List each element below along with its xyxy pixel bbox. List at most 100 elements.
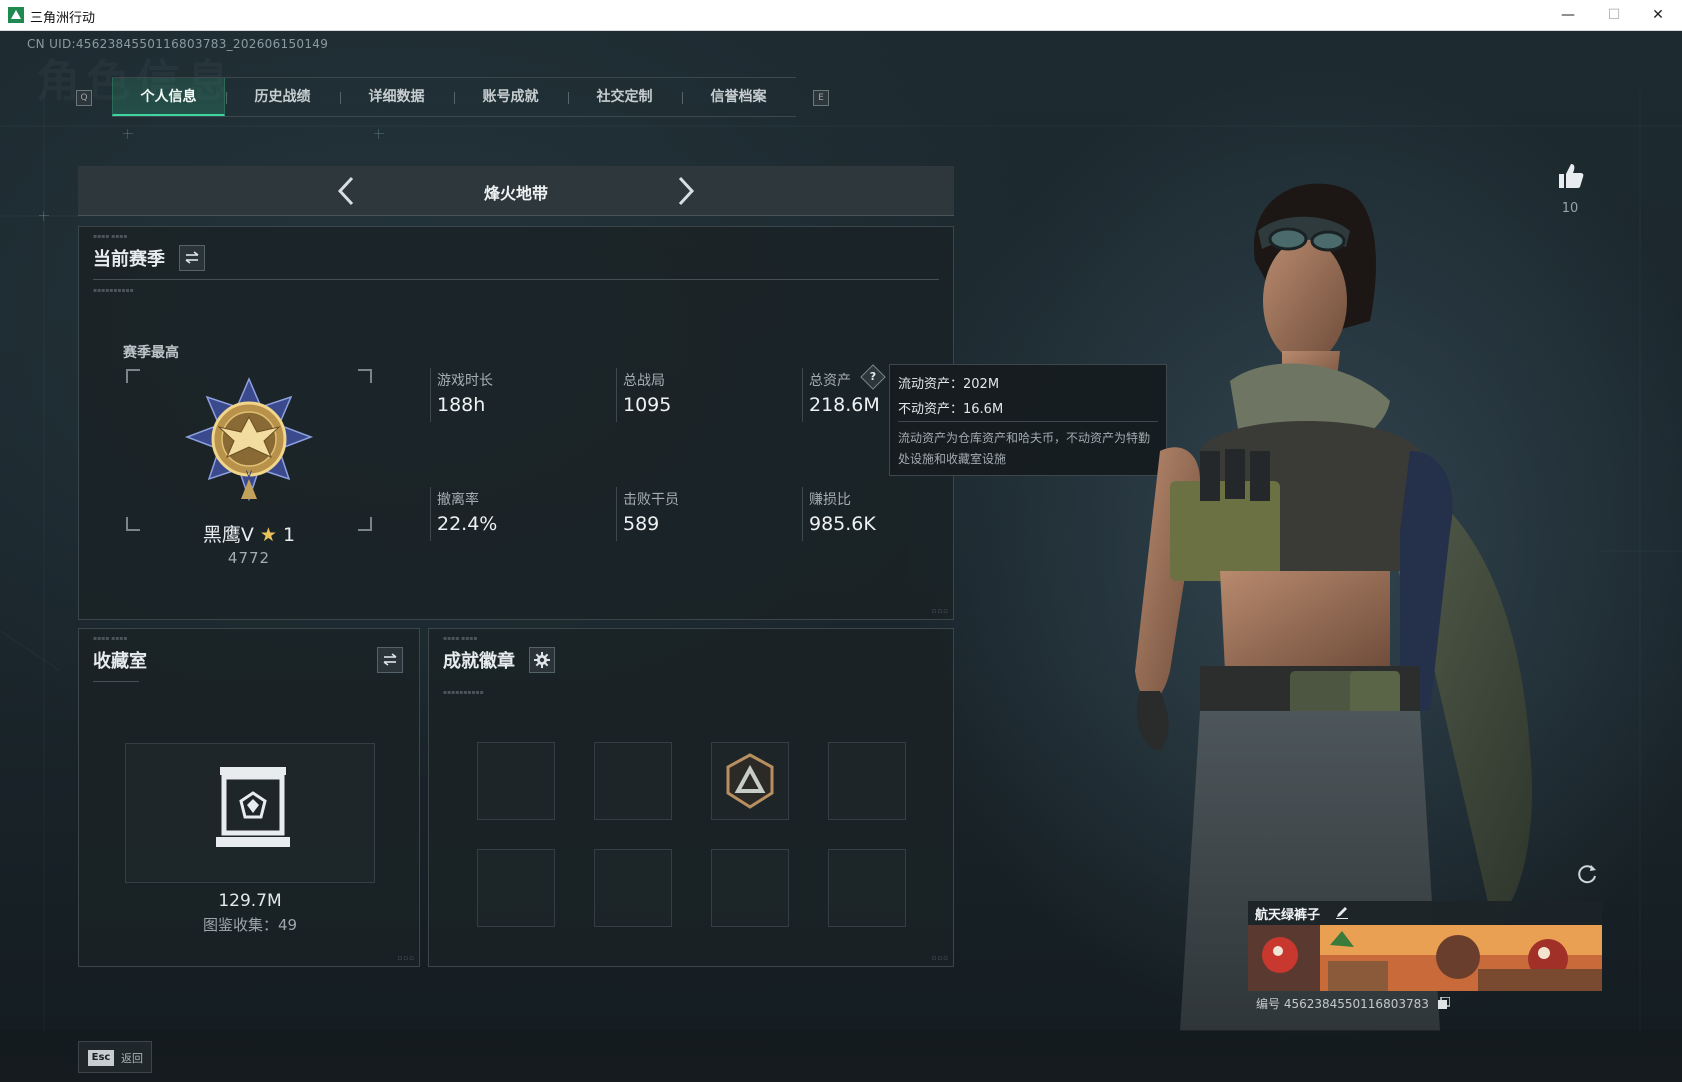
next-tab-key-hint[interactable]: E <box>813 90 829 106</box>
badge-slot[interactable] <box>477 849 555 927</box>
mode-selector: 烽火地带 <box>78 166 954 216</box>
uid-text: CN UID:456238455011680378​3_202606150149 <box>27 37 329 51</box>
stat-value: 22.4% <box>437 513 498 535</box>
stat-extraction-rate: 撤离率 22.4% <box>430 487 600 543</box>
window-titlebar: 三角洲行动 — ☐ ✕ <box>0 0 1682 31</box>
badge-slot[interactable] <box>828 849 906 927</box>
name-card-header: 航天绿裤子 <box>1248 901 1602 925</box>
divider <box>93 681 139 682</box>
badge-slot[interactable] <box>594 849 672 927</box>
tab-credit-record[interactable]: 信誉档案 <box>682 78 795 116</box>
fixed-assets-text: 不动资产：16.6M <box>898 402 1004 417</box>
rank-emblem-icon: V <box>184 377 314 502</box>
stat-label: 游戏时长 <box>437 373 493 389</box>
rank-score: 4772 <box>227 549 271 567</box>
stat-value: 188h <box>437 394 486 416</box>
rank-stars: 1 <box>283 524 296 546</box>
back-label: 返回 <box>121 1052 143 1065</box>
switch-season-button[interactable] <box>179 245 205 271</box>
minimize-button[interactable]: — <box>1550 4 1586 26</box>
divider <box>93 279 939 280</box>
edit-pencil-icon[interactable] <box>1334 904 1350 920</box>
maximize-button[interactable]: ☐ <box>1596 4 1632 26</box>
stat-value: 1095 <box>623 394 672 416</box>
stat-value: 218.6M <box>809 394 880 416</box>
like-count: 10 <box>1561 201 1579 216</box>
rank-name: 黑鹰V ★ 1 <box>119 520 379 547</box>
operator-character-model[interactable] <box>1050 151 1610 1031</box>
tab-detailed-data[interactable]: 详细数据 <box>340 78 453 116</box>
stat-profit-loss-ratio: 赚损比 985.6K <box>802 487 972 543</box>
app-logo-icon <box>8 7 24 23</box>
panel-corner-deco: ▫▫▫ <box>931 607 949 615</box>
frame-corner <box>126 369 140 383</box>
collection-room-panel: ▪▪▪▪ ▪▪▪▪ 收藏室 129.7M 图鉴收集：49 ▫▫▫ <box>78 628 420 967</box>
chevron-right-icon <box>678 176 695 206</box>
esc-key-hint: Esc <box>88 1050 114 1066</box>
current-season-panel: ▪▪▪▪ ▪▪▪▪ 当前赛季 ▪▪▪▪▪▪▪▪▪▪ 赛季最高 V 黑鹰V ★ 1… <box>78 226 954 620</box>
badge-slot[interactable] <box>828 742 906 820</box>
game-screen: 角色信息 CN UID:456238455011680378​3_2026061… <box>0 31 1682 1082</box>
copy-icon[interactable] <box>1438 997 1450 1009</box>
stat-label: 赚损比 <box>809 492 851 508</box>
badges-title: 成就徽章 <box>443 651 515 672</box>
stat-label: 撤离率 <box>437 492 479 508</box>
panel-deco-text: ▪▪▪▪▪▪▪▪▪▪ <box>443 689 484 696</box>
prev-tab-key-hint[interactable]: Q <box>76 90 92 106</box>
window-title: 三角洲行动 <box>30 11 96 26</box>
panel-corner-deco: ▫▫▫ <box>931 954 949 962</box>
delta-badge-icon <box>726 753 774 809</box>
star-icon: ★ <box>259 524 277 546</box>
top-tabs: Q 个人信息 历史战绩 详细数据 账号成就 社交定制 信誉档案 E <box>76 77 829 117</box>
collection-count: 图鉴收集：49 <box>202 916 298 934</box>
tab-match-history[interactable]: 历史战绩 <box>226 78 339 116</box>
stat-value: 589 <box>623 513 660 535</box>
name-card-banner-image <box>1248 925 1602 991</box>
panel-deco-text: ▪▪▪▪▪▪▪▪▪▪ <box>93 287 134 294</box>
close-button[interactable]: ✕ <box>1640 4 1676 26</box>
rank-title: 黑鹰V <box>202 524 254 546</box>
player-name: 航天绿裤子 <box>1255 908 1321 923</box>
badge-slot[interactable] <box>711 849 789 927</box>
stat-playtime: 游戏时长 188h <box>430 368 600 424</box>
switch-collection-button[interactable] <box>377 647 403 673</box>
stat-value: 985.6K <box>809 513 876 535</box>
tab-personal-info[interactable]: 个人信息 <box>112 78 225 116</box>
badge-slot[interactable] <box>711 742 789 820</box>
assets-help-button[interactable]: ? <box>860 364 886 390</box>
stat-operators-defeated: 击败干员 589 <box>616 487 786 543</box>
tab-achievements[interactable]: 账号成就 <box>454 78 567 116</box>
stat-label: 击败干员 <box>623 492 679 508</box>
collection-value: 129.7M <box>218 891 282 911</box>
rotate-model-icon[interactable] <box>1574 861 1600 887</box>
svg-text:V: V <box>246 470 253 480</box>
season-title: 当前赛季 <box>93 249 165 270</box>
back-button[interactable]: Esc 返回 <box>78 1041 152 1073</box>
player-id: 编号 4562384550116803783 <box>1256 997 1429 1011</box>
help-icon: ? <box>869 370 877 383</box>
thumbs-up-icon[interactable] <box>1555 161 1585 191</box>
panel-deco-text: ▪▪▪▪ ▪▪▪▪ <box>93 233 128 240</box>
frame-corner <box>358 369 372 383</box>
liquid-assets-text: 流动资产：202M <box>898 377 1000 392</box>
panel-deco-text: ▪▪▪▪ ▪▪▪▪ <box>443 635 478 642</box>
footer-bar: Esc 返回 <box>0 1030 1682 1082</box>
stat-label: 总资产 <box>809 373 851 389</box>
display-case-icon <box>216 767 290 847</box>
panel-corner-deco: ▫▫▫ <box>397 954 415 962</box>
tab-bar: 个人信息 历史战绩 详细数据 账号成就 社交定制 信誉档案 <box>112 77 796 117</box>
swap-icon <box>383 653 397 666</box>
achievement-badges-panel: ▪▪▪▪ ▪▪▪▪ 成就徽章 ▪▪▪▪▪▪▪▪▪▪ ▫▫▫ <box>428 628 954 967</box>
mode-title: 烽火地带 <box>483 184 548 203</box>
tab-social-custom[interactable]: 社交定制 <box>568 78 681 116</box>
player-name-card[interactable]: 航天绿裤子 编号 4562384550116803783 <box>1248 901 1602 1019</box>
next-mode-button[interactable] <box>670 174 700 208</box>
badge-settings-button[interactable] <box>529 647 555 673</box>
badge-slot[interactable] <box>594 742 672 820</box>
stat-label: 总战局 <box>623 373 665 389</box>
collection-title: 收藏室 <box>93 651 147 672</box>
gear-icon <box>534 652 550 668</box>
stat-total-matches: 总战局 1095 <box>616 368 786 424</box>
season-best-label: 赛季最高 <box>123 345 179 361</box>
badge-slot[interactable] <box>477 742 555 820</box>
